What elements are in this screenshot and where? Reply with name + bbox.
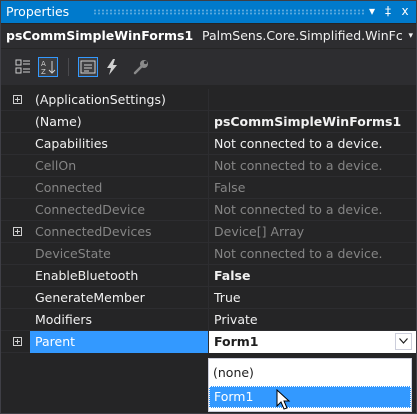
property-name: ConnectedDevices — [35, 224, 152, 239]
properties-icon[interactable] — [78, 57, 98, 77]
title-bar-grip[interactable] — [93, 9, 364, 15]
close-icon[interactable]: x — [398, 3, 412, 19]
property-row[interactable]: Parent Form1 — [1, 331, 416, 353]
column-divider[interactable] — [208, 221, 209, 243]
panel-title: Properties — [6, 4, 70, 19]
parent-dropdown-list: (none) Form1 — [208, 358, 412, 412]
expand-icon[interactable] — [13, 95, 22, 104]
window-position-dropdown-icon[interactable]: ▾ — [365, 3, 379, 19]
pin-icon[interactable]: ‡ — [381, 3, 395, 19]
toolbar-separator — [68, 58, 69, 76]
column-divider[interactable] — [208, 111, 209, 133]
dropdown-option[interactable]: (none) — [209, 363, 411, 385]
expand-icon[interactable] — [13, 227, 22, 236]
property-row[interactable]: (Name) psCommSimpleWinForms1 — [1, 111, 416, 133]
column-divider[interactable] — [208, 309, 209, 331]
property-name: Modifiers — [35, 312, 93, 327]
property-row[interactable]: CellOn Not connected to a device. — [1, 155, 416, 177]
property-value: Not connected to a device. — [214, 202, 383, 217]
property-value: Device[] Array — [214, 224, 305, 239]
column-divider[interactable] — [208, 177, 209, 199]
properties-toolbar: A Z — [1, 49, 416, 85]
property-value[interactable]: Form1 — [214, 334, 259, 349]
property-row[interactable]: (ApplicationSettings) — [1, 89, 416, 111]
column-divider[interactable] — [208, 155, 209, 177]
mouse-cursor-icon — [276, 388, 292, 413]
property-value: Not connected to a device. — [214, 158, 383, 173]
property-value: Not connected to a device. — [214, 246, 383, 261]
column-divider[interactable] — [208, 287, 209, 309]
expand-icon[interactable] — [13, 337, 22, 346]
property-row[interactable]: GenerateMember True — [1, 287, 416, 309]
selected-object-name: psCommSimpleWinForms1 — [6, 28, 194, 43]
dropdown-button[interactable] — [395, 333, 412, 350]
property-row[interactable]: EnableBluetooth False — [1, 265, 416, 287]
object-selector[interactable]: psCommSimpleWinForms1 PalmSens.Core.Simp… — [1, 24, 416, 48]
property-row[interactable]: ConnectedDevice Not connected to a device… — [1, 199, 416, 221]
property-name: (Name) — [35, 114, 82, 129]
property-row[interactable]: ConnectedDevices Device[] Array — [1, 221, 416, 243]
lightning-icon[interactable] — [103, 58, 121, 76]
selected-object-type: PalmSens.Core.Simplified.WinFc — [202, 28, 403, 43]
column-divider[interactable] — [208, 89, 209, 111]
column-divider[interactable] — [208, 331, 209, 353]
column-divider[interactable] — [208, 243, 209, 265]
property-name: Parent — [35, 334, 76, 349]
properties-window: Properties ▾ ‡ x psCommSimpleWinForms1 P… — [0, 0, 417, 414]
property-row[interactable]: Connected False — [1, 177, 416, 199]
property-name: (ApplicationSettings) — [35, 92, 166, 107]
property-row[interactable]: DeviceState Not connected to a device. — [1, 243, 416, 265]
property-name: Capabilities — [35, 136, 108, 151]
column-divider[interactable] — [208, 199, 209, 221]
column-divider[interactable] — [208, 133, 209, 155]
property-name: EnableBluetooth — [35, 268, 139, 283]
property-name: CellOn — [35, 158, 77, 173]
wrench-icon[interactable] — [132, 58, 150, 76]
dropdown-option[interactable]: Form1 — [209, 386, 411, 408]
chevron-down-icon[interactable]: ▾ — [408, 31, 413, 41]
property-value[interactable]: Not connected to a device. — [214, 136, 383, 151]
title-bar: Properties ▾ ‡ x — [1, 1, 416, 23]
property-name: ConnectedDevice — [35, 202, 146, 217]
property-name: GenerateMember — [35, 290, 145, 305]
chevron-down-icon — [399, 338, 408, 344]
property-value[interactable]: True — [214, 290, 241, 305]
property-name: Connected — [35, 180, 103, 195]
property-value: False — [214, 180, 246, 195]
svg-text:Z: Z — [41, 68, 46, 76]
property-row[interactable]: Modifiers Private — [1, 309, 416, 331]
svg-text:A: A — [41, 60, 46, 68]
property-value[interactable]: psCommSimpleWinForms1 — [214, 114, 401, 129]
property-name: DeviceState — [35, 246, 111, 261]
property-value[interactable]: Private — [214, 312, 258, 327]
property-value[interactable]: False — [214, 268, 250, 283]
property-row[interactable]: Capabilities Not connected to a device. — [1, 133, 416, 155]
categorized-icon[interactable] — [14, 58, 32, 76]
alphabetical-icon[interactable]: A Z — [38, 57, 58, 77]
column-divider[interactable] — [208, 265, 209, 287]
